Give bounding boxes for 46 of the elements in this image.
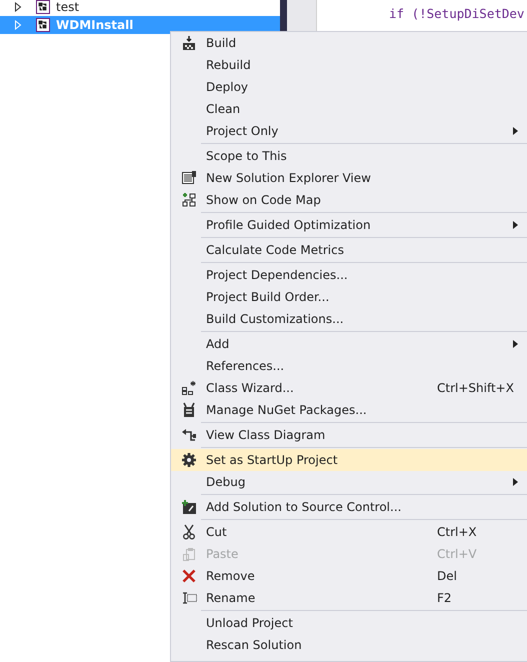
menu-item[interactable]: Project Build Order... — [171, 286, 527, 308]
menu-item[interactable]: Scope to This — [171, 145, 527, 167]
menu-item[interactable]: Class Wizard... Ctrl+Shift+X — [171, 377, 527, 399]
rename-icon — [180, 590, 196, 606]
menu-item[interactable]: Set as StartUp Project — [171, 449, 527, 471]
remove-icon — [180, 568, 196, 584]
menu-item[interactable]: Deploy — [171, 76, 527, 98]
shortcut-text: Ctrl+Shift+X — [437, 381, 514, 395]
shortcut-text: Ctrl+X — [437, 525, 477, 539]
menu-item[interactable]: Project Dependencies... — [171, 264, 527, 286]
menu-item[interactable]: New Solution Explorer View — [171, 167, 527, 189]
menu-item[interactable]: Rescan Solution — [171, 634, 527, 656]
menu-item[interactable]: Profile Guided Optimization — [171, 214, 527, 236]
menu-item[interactable]: Build — [171, 32, 527, 54]
code-map-icon — [180, 192, 196, 208]
code-line: if (!SetupDiSetDev — [389, 6, 524, 21]
gear-icon — [180, 452, 196, 468]
menu-item[interactable]: View Class Diagram — [171, 424, 527, 446]
shortcut-text: Del — [437, 569, 457, 583]
menu-item[interactable]: Cut Ctrl+X — [171, 521, 527, 543]
menu-item[interactable]: Manage NuGet Packages... — [171, 399, 527, 421]
menu-item[interactable]: Build Customizations... — [171, 308, 527, 330]
menu-item[interactable]: Add — [171, 333, 527, 355]
source-control-icon — [180, 499, 196, 515]
project-icon — [35, 17, 51, 33]
build-icon — [180, 35, 196, 51]
menu-item[interactable]: Remove Del — [171, 565, 527, 587]
menu-item[interactable]: Add Solution to Source Control... — [171, 496, 527, 518]
menu-item[interactable]: Show on Code Map — [171, 189, 527, 211]
scissors-icon — [180, 524, 196, 540]
paste-icon — [180, 546, 196, 562]
shortcut-text: Ctrl+V — [437, 547, 477, 561]
shortcut-text: F2 — [437, 591, 452, 605]
menu-item[interactable]: Debug — [171, 471, 527, 493]
window-icon — [180, 170, 196, 186]
menu-item[interactable]: Calculate Code Metrics — [171, 239, 527, 261]
menu-item[interactable]: Rebuild — [171, 54, 527, 76]
wizard-icon — [180, 380, 196, 396]
menu-item[interactable]: Unload Project — [171, 612, 527, 634]
menu-item[interactable]: References... — [171, 355, 527, 377]
menu-item[interactable]: Clean — [171, 98, 527, 120]
package-icon — [180, 402, 196, 418]
diagram-icon — [180, 427, 196, 443]
tree-item[interactable]: test — [0, 0, 280, 16]
menu-item[interactable]: Rename F2 — [171, 587, 527, 609]
menu-item[interactable]: Project Only — [171, 120, 527, 142]
